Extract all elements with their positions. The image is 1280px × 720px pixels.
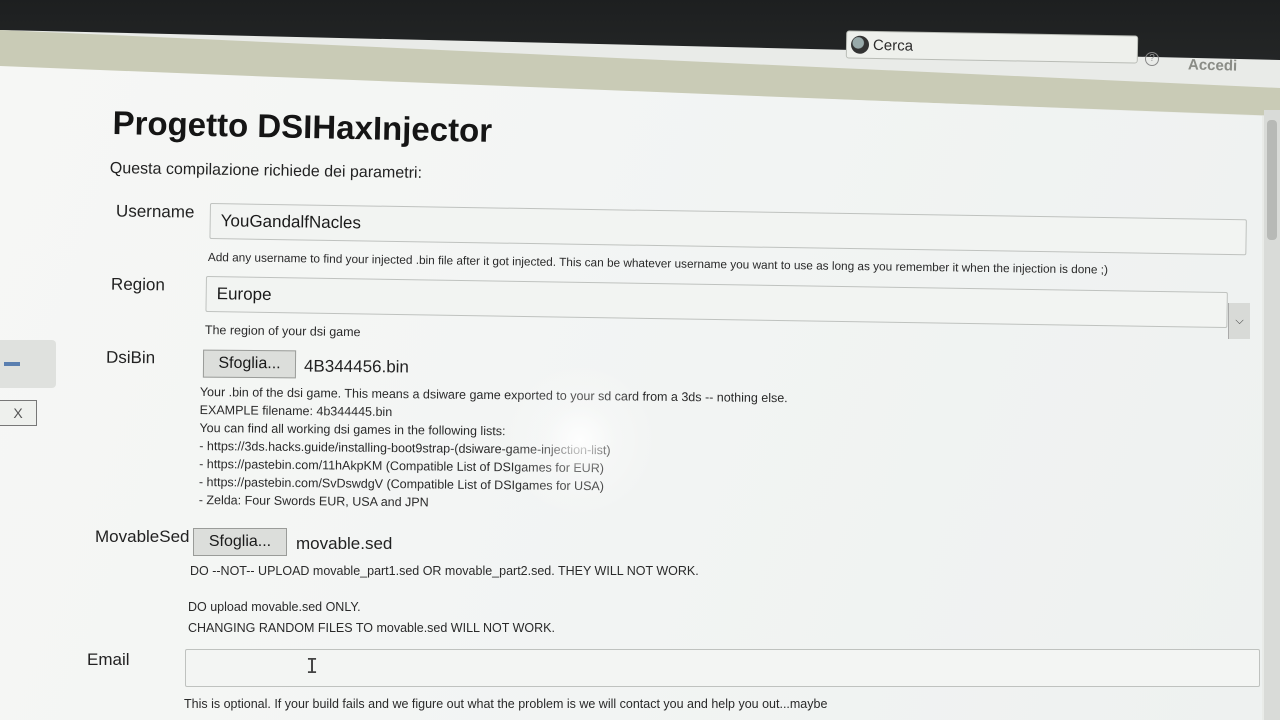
text-cursor-icon: I — [306, 654, 319, 678]
movablesed-browse-button[interactable]: Sfoglia... — [193, 528, 287, 556]
movablesed-note: DO upload movable.sed ONLY. — [188, 600, 361, 614]
dsibin-browse-button[interactable]: Sfoglia... — [202, 349, 297, 379]
email-field[interactable] — [185, 649, 1260, 687]
email-help: This is optional. If your build fails an… — [184, 697, 828, 711]
username-help: Add any username to find your injected .… — [207, 250, 1109, 277]
region-help: The region of your dsi game — [204, 323, 361, 340]
movablesed-filename: movable.sed — [296, 534, 393, 553]
region-select[interactable]: Europe — [205, 276, 1228, 329]
email-label: Email — [87, 650, 130, 669]
dsibin-help: Your .bin of the dsi game. This means a … — [199, 383, 788, 515]
username-label: Username — [115, 201, 195, 222]
build-form: Progetto DSIHaxInjector Questa compilazi… — [0, 0, 1280, 720]
dsibin-label: DsiBin — [105, 347, 156, 368]
dsibin-filename: 4B344456.bin — [303, 356, 410, 377]
movablesed-label: MovableSed — [95, 527, 190, 546]
chevron-down-icon[interactable]: ⌵ — [1228, 303, 1250, 339]
username-field[interactable]: YouGandalfNacles — [209, 203, 1247, 256]
page-subtitle: Questa compilazione richiede dei paramet… — [109, 160, 423, 182]
movablesed-note: CHANGING RANDOM FILES TO movable.sed WIL… — [188, 621, 555, 635]
page-title: Progetto DSIHaxInjector — [112, 104, 493, 149]
movablesed-warning: DO --NOT-- UPLOAD movable_part1.sed OR m… — [190, 564, 699, 578]
region-label: Region — [110, 274, 166, 295]
